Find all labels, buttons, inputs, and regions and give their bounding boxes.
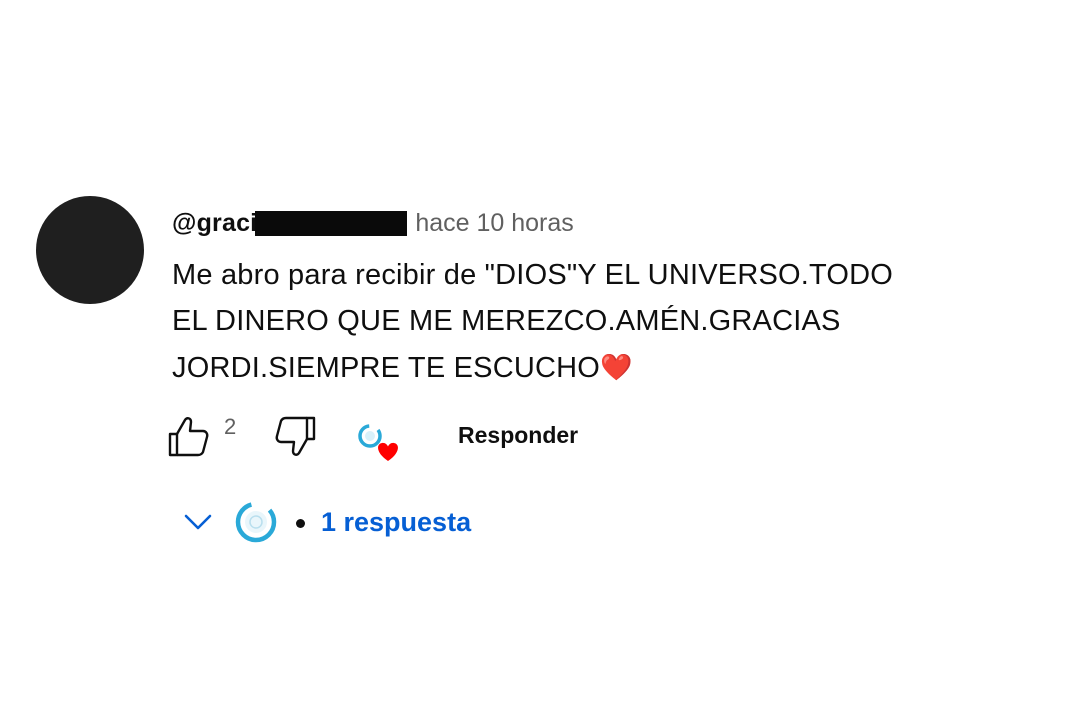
commenter-avatar[interactable] [36,196,144,304]
comment-text: Me abro para recibir de "DIOS"Y EL UNIVE… [172,252,894,391]
comment-header: @graci hace 10 horas [172,207,574,239]
thumbs-down-icon[interactable] [272,413,318,459]
comment-text-line: JORDI.SIEMPRE TE ESCUCHO❤️ [172,344,872,391]
creator-heart-icon [358,424,398,461]
redaction-bar [255,210,408,236]
view-replies-button[interactable]: 1 respuesta [180,498,471,546]
reply-button[interactable]: Responder [458,422,578,449]
separator-dot [296,518,305,528]
heart-emoji: ❤️ [600,352,633,382]
comment-text-segment: JORDI.SIEMPRE TE ESCUCHO [172,352,601,384]
comment-timestamp[interactable]: hace 10 horas [415,209,573,238]
replies-count-label[interactable]: 1 respuesta [321,507,471,538]
commenter-handle[interactable]: @graci [172,209,257,238]
comment-text-line: Me abro para recibir de "DIOS"Y EL UNIVE… [172,259,894,291]
like-count: 2 [224,414,237,439]
chevron-down-icon[interactable] [180,504,216,540]
comment-text-line: EL DINERO QUE ME MEREZCO.AMÉN.GRACIAS [172,305,841,337]
thumbs-up-icon[interactable] [166,414,212,460]
reply-author-avatar [235,501,277,543]
